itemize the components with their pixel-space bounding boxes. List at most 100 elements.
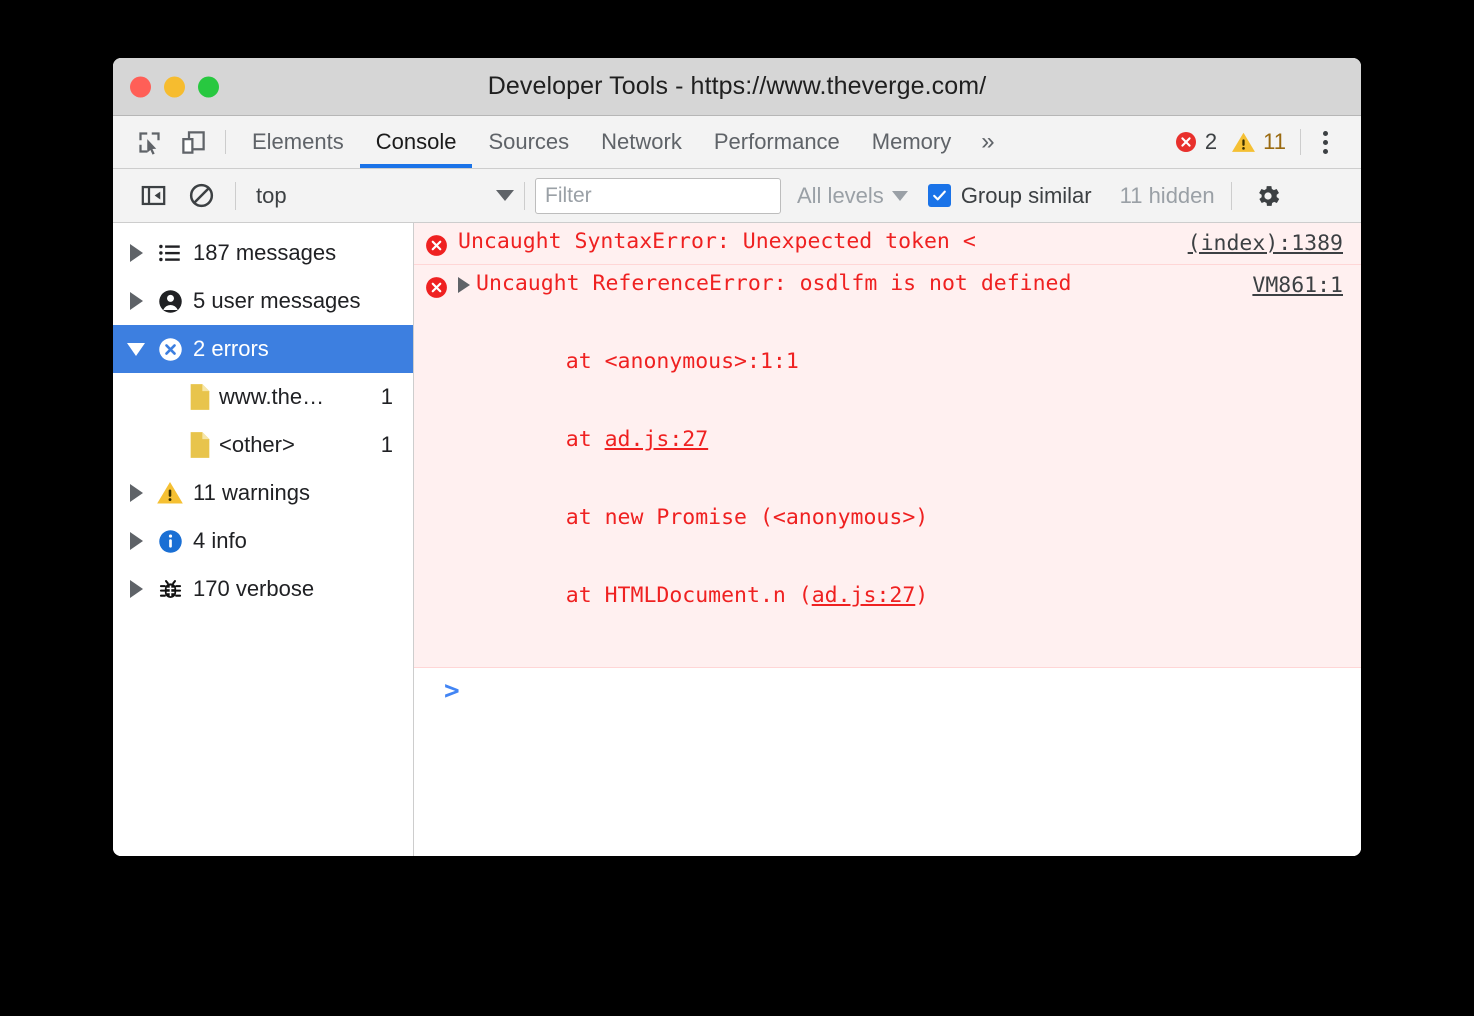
console-message-source-link[interactable]: VM861:1 (1252, 273, 1343, 298)
prompt-chevron-icon: > (444, 678, 460, 704)
devtools-window: Developer Tools - https://www.theverge.c… (113, 58, 1361, 856)
sidebar-item-label: 11 warnings (193, 480, 310, 506)
sidebar-item-warnings[interactable]: 11 warnings (113, 469, 413, 517)
console-message-text: Uncaught SyntaxError: Unexpected token < (458, 229, 976, 255)
toolbar-divider (225, 130, 226, 154)
stack-trace: at <anonymous>:1:1 at ad.js:27 at new Pr… (458, 297, 1349, 661)
tab-elements[interactable]: Elements (236, 116, 360, 168)
chevron-down-icon (496, 190, 514, 201)
stack-frame-text-post: ) (915, 583, 928, 608)
tab-sources[interactable]: Sources (472, 116, 585, 168)
stack-frame: at new Promise (<anonymous>) (514, 505, 1349, 531)
device-toolbar-icon[interactable] (171, 116, 215, 168)
expand-triangle-icon[interactable] (123, 292, 149, 310)
stack-frame-text: at (514, 427, 605, 452)
sidebar-item-error-source-1[interactable]: www.the… 1 (113, 373, 413, 421)
expand-triangle-icon[interactable] (123, 532, 149, 550)
toolbar-divider (524, 182, 525, 210)
bug-icon (149, 576, 191, 603)
stack-frame: at HTMLDocument.n (ad.js:27) (514, 583, 1349, 609)
toolbar-divider (1300, 129, 1301, 155)
chevron-down-icon (892, 191, 908, 201)
error-circle-icon (1174, 130, 1198, 154)
hidden-messages-count: 11 hidden (1120, 183, 1215, 209)
stack-frame: at ad.js:27 (514, 427, 1349, 453)
expand-triangle-icon[interactable] (123, 244, 149, 262)
console-message-source-link[interactable]: (index):1389 (1188, 231, 1343, 256)
sidebar-item-error-source-2[interactable]: <other> 1 (113, 421, 413, 469)
error-circle-icon (414, 271, 458, 661)
minimize-window-button[interactable] (164, 76, 185, 97)
warning-triangle-icon (1231, 130, 1256, 155)
info-circle-icon (149, 528, 191, 555)
sidebar-item-verbose[interactable]: 170 verbose (113, 565, 413, 613)
stack-frame-link[interactable]: ad.js:27 (812, 583, 916, 608)
filter-input[interactable] (535, 178, 781, 214)
stack-frame-link[interactable]: ad.js:27 (605, 427, 709, 452)
tabbar-status-area: 2 11 (1174, 116, 1361, 168)
close-window-button[interactable] (130, 76, 151, 97)
sidebar-item-errors[interactable]: 2 errors (113, 325, 413, 373)
toolbar-divider (1231, 182, 1232, 210)
window-titlebar: Developer Tools - https://www.theverge.c… (113, 58, 1361, 116)
expand-triangle-icon[interactable] (458, 277, 470, 293)
sidebar-item-label: 170 verbose (193, 576, 314, 602)
error-count: 2 (1205, 129, 1217, 155)
sidebar-item-count: 1 (381, 432, 413, 458)
maximize-window-button[interactable] (198, 76, 219, 97)
tab-performance[interactable]: Performance (698, 116, 856, 168)
sidebar-item-label: 187 messages (193, 240, 336, 266)
group-similar-checkbox[interactable] (928, 184, 951, 207)
clear-console-icon[interactable] (177, 172, 225, 220)
window-controls (130, 76, 219, 97)
warning-count: 11 (1263, 129, 1286, 155)
warning-triangle-icon (149, 479, 191, 507)
tab-console[interactable]: Console (360, 116, 473, 168)
console-body: 187 messages 5 user messages (113, 223, 1361, 856)
log-levels-label: All levels (797, 183, 884, 209)
gear-icon[interactable] (1248, 176, 1288, 216)
execution-context-label: top (256, 183, 287, 209)
check-icon (931, 187, 948, 204)
list-icon (149, 240, 191, 266)
stack-frame-text: at <anonymous>:1:1 (514, 349, 799, 374)
toolbar-divider (235, 182, 236, 210)
console-message-text: Uncaught ReferenceError: osdlfm is not d… (476, 271, 1071, 297)
user-icon (149, 288, 191, 315)
console-prompt[interactable]: > (414, 668, 1361, 704)
expand-triangle-icon[interactable] (123, 580, 149, 598)
sidebar-item-count: 1 (381, 384, 413, 410)
devtools-tabbar: Elements Console Sources Network Perform… (113, 116, 1361, 169)
expand-triangle-icon[interactable] (123, 484, 149, 502)
console-message-error[interactable]: Uncaught SyntaxError: Unexpected token <… (414, 223, 1361, 265)
inspect-element-icon[interactable] (127, 116, 171, 168)
sidebar-item-label: www.the… (219, 384, 324, 410)
sidebar-item-info[interactable]: 4 info (113, 517, 413, 565)
console-sidebar: 187 messages 5 user messages (113, 223, 414, 856)
console-message-list: Uncaught SyntaxError: Unexpected token <… (414, 223, 1361, 856)
console-toolbar: top All levels Group similar 11 hidden (113, 169, 1361, 223)
tab-memory[interactable]: Memory (856, 116, 967, 168)
error-circle-icon (414, 229, 458, 258)
log-levels-dropdown[interactable]: All levels (797, 183, 908, 209)
tab-network[interactable]: Network (585, 116, 698, 168)
collapse-triangle-icon[interactable] (123, 343, 149, 356)
more-tabs-button[interactable]: » (967, 116, 1008, 168)
kebab-menu-icon[interactable] (1305, 122, 1345, 162)
error-count-badge[interactable]: 2 (1174, 129, 1217, 155)
stack-frame-text: at HTMLDocument.n ( (514, 583, 812, 608)
window-title: Developer Tools - https://www.theverge.c… (488, 72, 987, 101)
sidebar-item-label: 4 info (193, 528, 247, 554)
sidebar-item-label: 2 errors (193, 336, 269, 362)
show-console-sidebar-icon[interactable] (129, 172, 177, 220)
sidebar-item-user-messages[interactable]: 5 user messages (113, 277, 413, 325)
sidebar-item-label: <other> (219, 432, 295, 458)
error-circle-icon (149, 336, 191, 363)
sidebar-item-messages[interactable]: 187 messages (113, 229, 413, 277)
console-message-error[interactable]: Uncaught ReferenceError: osdlfm is not d… (414, 265, 1361, 668)
file-icon (183, 431, 217, 459)
group-similar-label: Group similar (961, 183, 1092, 209)
execution-context-dropdown[interactable]: top (246, 183, 514, 209)
warning-count-badge[interactable]: 11 (1231, 129, 1286, 155)
group-similar-toggle[interactable]: Group similar (928, 183, 1092, 209)
